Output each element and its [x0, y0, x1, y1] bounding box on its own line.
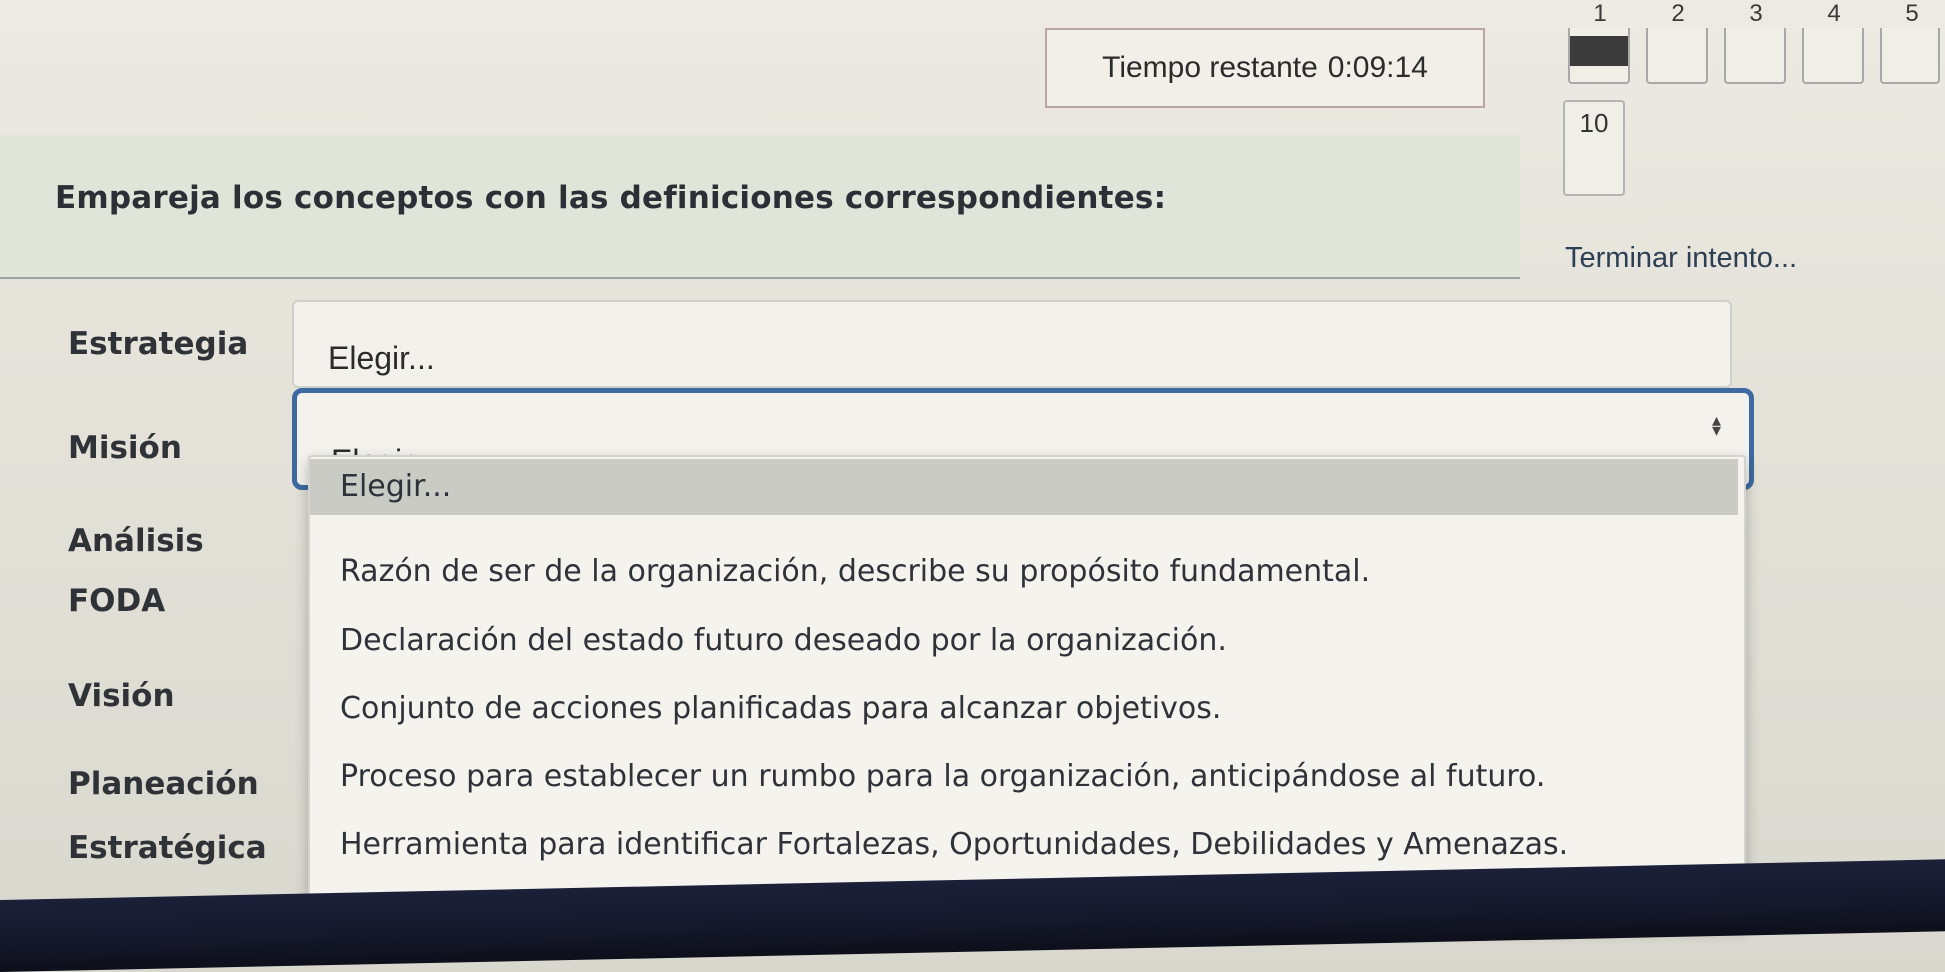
- quiz-nav-current-number: 10: [1579, 108, 1609, 138]
- dropdown-option-estrategia-def[interactable]: Conjunto de acciones planificadas para a…: [340, 691, 1221, 726]
- dropdown-options-list: Elegir... Razón de ser de la organizació…: [308, 455, 1746, 925]
- quiz-nav-number-2: 2: [1671, 0, 1685, 27]
- quiz-nav-number-4: 4: [1827, 0, 1841, 27]
- quiz-nav-button-1[interactable]: [1568, 28, 1630, 84]
- time-remaining: Tiempo restante 0:09:14: [1045, 28, 1485, 108]
- answered-fill: [1570, 36, 1628, 66]
- concept-estrategia: Estrategia: [68, 326, 249, 362]
- quiz-nav-number-1: 1: [1593, 0, 1607, 27]
- concept-foda: FODA: [68, 583, 166, 619]
- quiz-nav-button-current[interactable]: 10: [1563, 100, 1625, 196]
- select-estrategia[interactable]: Elegir...: [292, 300, 1732, 388]
- quiz-nav-button-5[interactable]: [1880, 28, 1940, 84]
- concept-mision: Misión: [68, 430, 182, 466]
- quiz-nav-button-4[interactable]: [1802, 28, 1864, 84]
- dropdown-option-foda-def[interactable]: Herramienta para identificar Fortalezas,…: [340, 827, 1568, 862]
- question-text: Empareja los conceptos con las definicio…: [55, 180, 1167, 216]
- timer-label: Tiempo restante: [1102, 51, 1318, 84]
- select-estrategia-value: Elegir...: [328, 340, 435, 376]
- select-arrows-icon: ▴ ▾: [1711, 410, 1721, 440]
- dropdown-option-elegir[interactable]: Elegir...: [310, 459, 1738, 515]
- quiz-nav-button-2[interactable]: [1646, 28, 1708, 84]
- dropdown-option-mision-def[interactable]: Razón de ser de la organización, describ…: [340, 554, 1370, 589]
- concept-vision: Visión: [68, 678, 175, 714]
- dropdown-option-planeacion-def[interactable]: Proceso para establecer un rumbo para la…: [340, 759, 1545, 794]
- concept-analisis: Análisis: [68, 523, 204, 559]
- timer-value: 0:09:14: [1327, 51, 1428, 84]
- quiz-nav-number-5: 5: [1905, 0, 1919, 27]
- concept-planeacion: Planeación: [68, 766, 259, 802]
- dropdown-option-vision-def[interactable]: Declaración del estado futuro deseado po…: [340, 623, 1227, 658]
- quiz-nav-number-3: 3: [1749, 0, 1763, 27]
- quiz-nav-button-3[interactable]: [1724, 28, 1786, 84]
- finish-attempt-link[interactable]: Terminar intento...: [1565, 242, 1797, 275]
- concept-estrategica: Estratégica: [68, 830, 267, 866]
